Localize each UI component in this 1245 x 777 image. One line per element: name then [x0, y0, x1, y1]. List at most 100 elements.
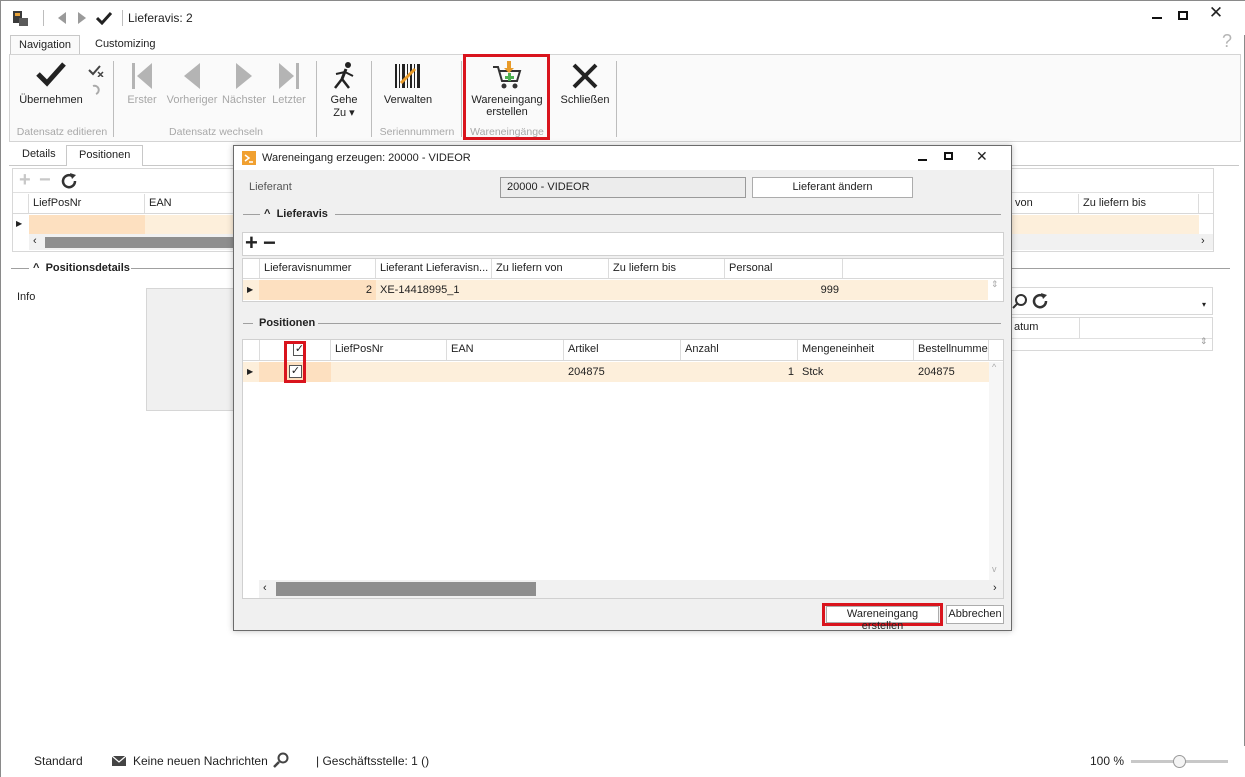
separator — [461, 61, 462, 137]
create-goods-receipt-button[interactable]: Wareneingang erstellen — [469, 61, 545, 118]
status-mode[interactable]: Standard — [34, 754, 83, 768]
horizontal-scrollbar[interactable]: ‹ › — [259, 580, 1003, 598]
first-button[interactable]: Erster — [123, 61, 161, 106]
cell-ean[interactable] — [145, 215, 235, 234]
scroll-arrows-icon[interactable]: ⇕ — [991, 279, 999, 290]
close-record-button[interactable]: Schließen — [557, 61, 613, 106]
status-branch: | Geschäftsstelle: 1 () — [316, 754, 430, 768]
dialog-close-button[interactable]: ✕ — [976, 148, 988, 165]
tab-positionen[interactable]: Positionen — [66, 145, 144, 166]
manage-serials-button[interactable]: Verwalten — [377, 61, 439, 106]
dialog-title-bar: Wareneingang erzeugen: 20000 - VIDEOR ✕ — [234, 146, 1011, 170]
cell-mengeneinheit[interactable]: Stck — [802, 366, 823, 378]
col-liefposnr[interactable]: LiefPosNr — [29, 194, 145, 213]
dialog-minimize-button[interactable] — [916, 150, 930, 164]
col-von[interactable]: von — [1011, 194, 1079, 213]
checkmark-icon[interactable] — [96, 11, 112, 25]
col-zu-liefern-bis[interactable]: Zu liefern bis — [1079, 194, 1199, 213]
col-datum[interactable]: atum — [1010, 318, 1080, 338]
previous-button[interactable]: Vorheriger — [163, 61, 221, 106]
scroll-left-icon[interactable]: ‹ — [33, 235, 37, 247]
previous-icon — [184, 63, 200, 89]
scroll-left-icon[interactable]: ‹ — [263, 582, 267, 594]
col-artikel[interactable]: Artikel — [564, 340, 681, 360]
change-supplier-button[interactable]: Lieferant ändern — [752, 177, 913, 198]
next-button[interactable]: Nächster — [219, 61, 269, 106]
minimize-button[interactable] — [1145, 5, 1169, 25]
zoom-slider-thumb[interactable] — [1173, 755, 1186, 768]
tab-details[interactable]: Details — [10, 145, 68, 166]
right-grid: atum ⇕ — [1009, 317, 1213, 351]
scroll-right-icon[interactable]: › — [993, 582, 997, 594]
cell-dates[interactable] — [1011, 215, 1199, 234]
scroll-right-icon[interactable]: › — [1201, 235, 1205, 247]
positionsdetails-header[interactable]: ^ Positionsdetails — [33, 262, 130, 274]
scroll-thumb[interactable] — [276, 582, 536, 596]
col-zu-liefern-bis[interactable]: Zu liefern bis — [609, 259, 725, 278]
cell-personal[interactable]: 999 — [725, 284, 839, 296]
create-receipt-ok-button[interactable]: Wareneingang erstellen — [826, 606, 939, 632]
refresh-icon[interactable] — [60, 172, 78, 190]
section-line — [11, 268, 29, 269]
forward-arrow-icon[interactable] — [77, 12, 87, 24]
dialog-maximize-button[interactable] — [942, 150, 956, 164]
remove-row-icon[interactable]: − — [39, 169, 51, 192]
scroll-arrows-icon[interactable]: ⇕ — [1200, 336, 1208, 347]
maximize-button[interactable] — [1171, 5, 1195, 25]
scroll-up-icon[interactable]: ^ — [992, 362, 996, 372]
supplier-field[interactable]: 20000 - VIDEOR — [500, 177, 746, 198]
cancel-button[interactable]: Abbrechen — [946, 605, 1004, 624]
positionen-section-header[interactable]: Positionen — [259, 317, 315, 329]
help-icon[interactable]: ? — [1222, 31, 1232, 52]
cell-lieferant-lieferavisnr[interactable]: XE-14418995_1 — [380, 284, 460, 296]
scroll-thumb[interactable] — [45, 237, 255, 248]
last-button[interactable]: Letzter — [269, 61, 309, 106]
vertical-scrollbar[interactable]: ^ v — [989, 362, 1003, 580]
lieferavis-section-header[interactable]: ^ Lieferavis — [264, 208, 328, 220]
section-line — [318, 323, 1001, 324]
ribbon-tab-strip: Navigation Customizing ? — [1, 31, 1245, 56]
scroll-down-icon[interactable]: v — [992, 564, 997, 574]
col-bestellnummer[interactable]: Bestellnumme — [914, 340, 989, 360]
cell-anzahl[interactable]: 1 — [681, 366, 794, 378]
cell-liefposnr[interactable] — [29, 215, 145, 234]
refresh-icon[interactable] — [1031, 292, 1049, 310]
table-row[interactable]: ▶ ✓ 204875 1 Stck 204875 — [243, 362, 989, 382]
col-ean[interactable]: EAN — [145, 194, 235, 213]
first-icon — [132, 63, 152, 89]
col-anzahl[interactable]: Anzahl — [681, 340, 798, 360]
back-arrow-icon[interactable] — [57, 12, 67, 24]
cart-add-icon — [493, 61, 522, 89]
status-messages[interactable]: Keine neuen Nachrichten — [133, 754, 268, 768]
col-zu-liefern-von[interactable]: Zu liefern von — [492, 259, 609, 278]
close-window-button[interactable]: ✕ — [1204, 3, 1228, 23]
check-all-icon[interactable] — [88, 63, 104, 77]
col-personal[interactable]: Personal — [725, 259, 843, 278]
grid-header: ✓ LiefPosNr EAN Artikel Anzahl Mengenein… — [243, 340, 1003, 361]
tab-customizing[interactable]: Customizing — [87, 35, 164, 56]
status-bar: Standard Keine neuen Nachrichten | Gesch… — [1, 746, 1245, 777]
col-lieferavisnummer[interactable]: Lieferavisnummer — [259, 259, 376, 278]
col-mengeneinheit[interactable]: Mengeneinheit — [798, 340, 914, 360]
apply-button[interactable]: Übernehmen — [15, 61, 87, 106]
search-icon[interactable] — [273, 752, 289, 768]
col-ean[interactable]: EAN — [447, 340, 564, 360]
col-lieferant-lieferavisnr[interactable]: Lieferant Lieferavisn... — [376, 259, 492, 278]
goto-button[interactable]: Gehe Zu ▾ — [323, 61, 365, 119]
separator — [316, 61, 317, 137]
dropdown-arrow-icon[interactable]: ▾ — [1202, 300, 1206, 309]
cell-lieferavisnummer[interactable]: 2 — [259, 280, 376, 300]
apply-check-icon — [36, 62, 66, 87]
row-pointer-icon: ▶ — [247, 285, 254, 294]
search-icon[interactable] — [1012, 293, 1028, 309]
cell-bestellnummer[interactable]: 204875 — [918, 366, 955, 378]
cell-artikel[interactable]: 204875 — [568, 366, 605, 378]
table-row[interactable]: ▶ 2 XE-14418995_1 999 — [243, 280, 988, 300]
remove-row-icon[interactable]: − — [263, 230, 276, 256]
add-row-icon[interactable]: + — [19, 169, 31, 192]
undo-icon[interactable] — [90, 83, 102, 97]
zoom-slider[interactable] — [1131, 755, 1228, 768]
col-liefposnr[interactable]: LiefPosNr — [331, 340, 447, 360]
tab-navigation[interactable]: Navigation — [10, 35, 80, 56]
add-row-icon[interactable]: + — [245, 230, 258, 256]
